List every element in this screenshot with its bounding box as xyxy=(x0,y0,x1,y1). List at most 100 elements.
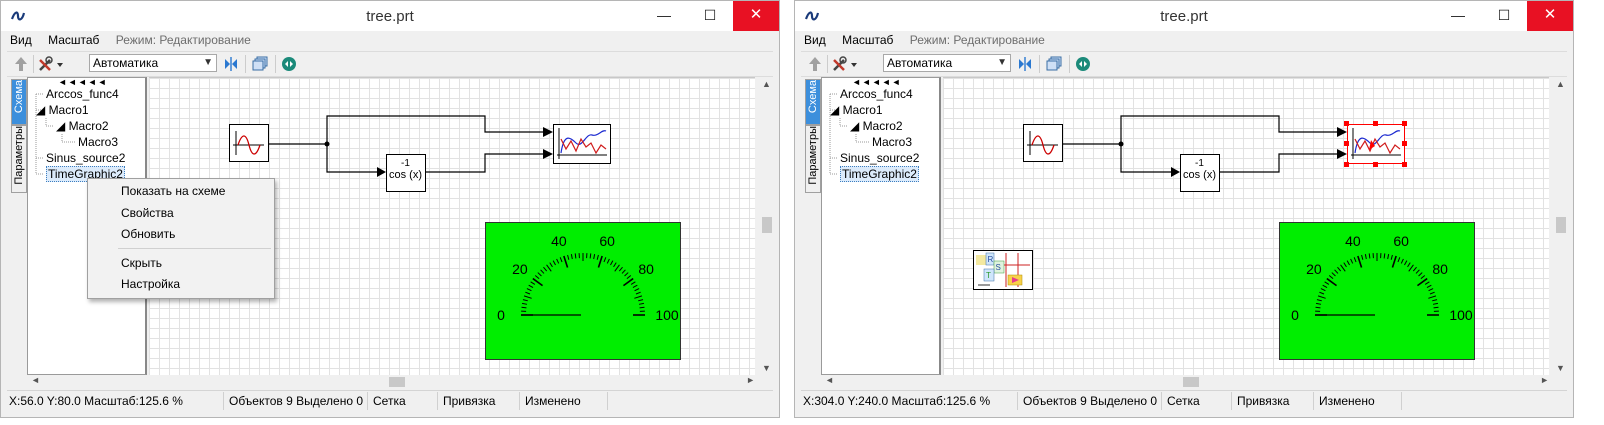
tree-item[interactable]: ◢ Macro2 xyxy=(56,119,109,133)
menu-item-refresh[interactable]: Обновить xyxy=(121,227,175,241)
rs-trigger-block[interactable]: R S T xyxy=(973,250,1033,290)
toolbar-separator xyxy=(275,55,276,73)
scroll-left-icon[interactable]: ◄ xyxy=(31,375,40,385)
minimize-button[interactable]: — xyxy=(1435,1,1481,31)
category-combo[interactable]: Автоматика ▼ xyxy=(883,54,1011,72)
tree-item[interactable]: Sinus_source2 xyxy=(840,151,919,165)
menu-item-settings[interactable]: Настройка xyxy=(121,277,180,291)
gauge-block[interactable]: 0 20 40 60 80 100 xyxy=(485,222,681,360)
menu-view[interactable]: Вид xyxy=(10,33,32,47)
fit-icon[interactable] xyxy=(1017,55,1033,73)
tools-icon[interactable] xyxy=(37,55,67,73)
maximize-button[interactable]: ☐ xyxy=(1481,1,1527,31)
arccos-block[interactable]: -1 cos (x) xyxy=(1180,154,1220,192)
tree-item[interactable]: Sinus_source2 xyxy=(46,151,125,165)
gauge-block[interactable]: 0 20 40 60 80 100 xyxy=(1279,222,1475,360)
title-bar[interactable]: tree.prt — ☐ ✕ xyxy=(795,1,1573,31)
maximize-button[interactable]: ☐ xyxy=(687,1,733,31)
tab-schema[interactable]: Схема xyxy=(805,79,821,125)
tree-item[interactable]: Macro3 xyxy=(78,135,118,149)
gauge-tick xyxy=(567,254,570,260)
tree-item[interactable]: ◢ Macro1 xyxy=(36,103,89,117)
gauge-label: 20 xyxy=(1306,261,1322,277)
tree-item[interactable]: ◢ Macro2 xyxy=(850,119,903,133)
gauge-tick xyxy=(626,275,632,280)
collapse-icon[interactable]: ◢ xyxy=(36,103,49,117)
tab-schema[interactable]: Схема xyxy=(11,79,27,125)
scroll-right-icon[interactable]: ► xyxy=(1540,375,1549,385)
menu-item-show-on-schema[interactable]: Показать на схеме xyxy=(121,184,225,198)
arccos-block[interactable]: -1 cos (x) xyxy=(386,154,426,192)
scroll-thumb[interactable] xyxy=(389,377,405,387)
toolbar-separator xyxy=(827,55,828,73)
layers-icon[interactable] xyxy=(1045,55,1063,73)
collapse-icon[interactable]: ◢ xyxy=(56,119,69,133)
sine-source-block[interactable] xyxy=(1023,124,1063,162)
tab-parameters[interactable]: Параметры xyxy=(11,125,27,193)
refresh-icon[interactable] xyxy=(280,55,298,73)
scroll-down-icon[interactable]: ▼ xyxy=(1556,363,1565,373)
toolbar-separator xyxy=(245,55,246,73)
status-objects: Объектов 9 Выделено 0 xyxy=(1023,394,1158,408)
scroll-up-icon[interactable]: ▲ xyxy=(1556,79,1565,89)
scroll-right-icon[interactable]: ► xyxy=(746,375,755,385)
status-grid[interactable]: Сетка xyxy=(1167,394,1200,408)
scroll-up-icon[interactable]: ▲ xyxy=(762,79,771,89)
tree-panel: ◄◄◄◄◄ Arccos_func4 ◢ Macro1 ◢ Macro2 Mac… xyxy=(821,77,941,375)
fit-icon[interactable] xyxy=(223,55,239,73)
menu-item-hide[interactable]: Скрыть xyxy=(121,256,162,270)
close-button[interactable]: ✕ xyxy=(1527,1,1573,31)
gauge-tick xyxy=(559,257,563,263)
collapse-icon[interactable]: ◢ xyxy=(830,103,843,117)
menu-item-properties[interactable]: Свойства xyxy=(121,206,174,220)
up-arrow-icon[interactable] xyxy=(807,55,823,73)
tree-item[interactable]: Arccos_func4 xyxy=(46,87,119,101)
time-graphic-block[interactable] xyxy=(553,124,611,164)
tools-icon[interactable] xyxy=(831,55,861,73)
tree-item[interactable]: Arccos_func4 xyxy=(840,87,913,101)
minimize-button[interactable]: — xyxy=(641,1,687,31)
gauge-tick xyxy=(1322,284,1328,288)
selection-handles[interactable] xyxy=(1341,118,1411,170)
svg-text:T: T xyxy=(986,271,991,280)
category-combo[interactable]: Автоматика ▼ xyxy=(89,54,217,72)
horizontal-scrollbar[interactable]: ◄ ► xyxy=(27,375,759,389)
menu-scale[interactable]: Масштаб xyxy=(842,33,893,47)
tree-item-selected[interactable]: TimeGraphic2 xyxy=(840,166,919,182)
title-bar[interactable]: tree.prt — ☐ ✕ xyxy=(1,1,779,31)
status-changed: Изменено xyxy=(525,394,581,408)
tree-item[interactable]: Macro3 xyxy=(872,135,912,149)
menu-view[interactable]: Вид xyxy=(804,33,826,47)
gauge-label: 0 xyxy=(1291,307,1299,323)
layers-icon[interactable] xyxy=(251,55,269,73)
scroll-thumb[interactable] xyxy=(762,217,772,233)
gauge-tick xyxy=(589,253,592,259)
category-combo-value: Автоматика xyxy=(93,56,159,70)
scroll-thumb[interactable] xyxy=(1556,217,1566,233)
plot-icon xyxy=(557,128,607,159)
gauge-tick xyxy=(614,264,620,272)
scroll-thumb[interactable] xyxy=(1183,377,1199,387)
schema-canvas[interactable]: -1 cos (x) R S T 0 20 40 60 80 100 xyxy=(943,77,1549,376)
status-grid[interactable]: Сетка xyxy=(373,394,406,408)
menu-scale[interactable]: Масштаб xyxy=(48,33,99,47)
scroll-down-icon[interactable]: ▼ xyxy=(762,363,771,373)
tab-parameters[interactable]: Параметры xyxy=(805,125,821,193)
toolbar-separator xyxy=(33,55,34,73)
close-button[interactable]: ✕ xyxy=(733,1,779,31)
horizontal-scrollbar[interactable]: ◄ ► xyxy=(821,375,1553,389)
status-snap[interactable]: Привязка xyxy=(443,394,495,408)
tree-item[interactable]: ◢ Macro1 xyxy=(830,103,883,117)
gauge-tick xyxy=(543,266,548,272)
collapse-icon[interactable]: ◢ xyxy=(850,119,863,133)
up-arrow-icon[interactable] xyxy=(13,55,29,73)
vertical-scrollbar[interactable]: ▲ ▼ xyxy=(1553,77,1569,375)
vertical-scrollbar[interactable]: ▲ ▼ xyxy=(759,77,775,375)
gauge-tick xyxy=(1316,302,1322,305)
status-snap[interactable]: Привязка xyxy=(1237,394,1289,408)
scroll-left-icon[interactable]: ◄ xyxy=(825,375,834,385)
sine-source-block[interactable] xyxy=(229,124,269,162)
gauge-tick xyxy=(634,288,640,292)
refresh-icon[interactable] xyxy=(1074,55,1092,73)
gauge-tick xyxy=(521,306,527,309)
